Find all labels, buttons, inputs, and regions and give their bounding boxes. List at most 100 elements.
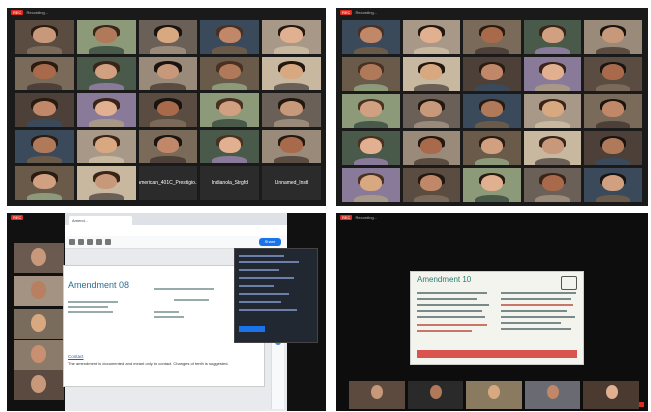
participant-video — [262, 93, 321, 127]
participant-video — [138, 20, 198, 54]
redo-icon[interactable] — [78, 239, 84, 245]
text-line — [501, 304, 573, 306]
participant-video — [463, 94, 521, 128]
print-icon[interactable] — [87, 239, 93, 245]
participant-body — [414, 120, 449, 128]
participant-video — [584, 57, 642, 91]
text-line — [154, 288, 214, 290]
participant-face — [156, 27, 180, 43]
text-line — [501, 316, 575, 318]
participant-face — [95, 173, 118, 190]
participant-face — [420, 175, 443, 192]
participant-body — [353, 83, 389, 91]
text-line — [417, 292, 487, 294]
participant-video — [76, 56, 136, 91]
participant-body — [88, 192, 124, 200]
participant-body — [150, 156, 186, 164]
participant-video — [76, 20, 136, 54]
participant-body — [26, 156, 63, 164]
comment-row[interactable] — [239, 285, 274, 287]
participant-body — [414, 194, 449, 202]
participant-body — [414, 157, 449, 165]
participant-face — [33, 100, 56, 117]
comment-button[interactable] — [239, 326, 265, 332]
participant-face — [359, 64, 382, 81]
participant-name-tile: Unnamed_Instl — [262, 166, 321, 200]
zoom-top-bar: REC Recording... — [336, 8, 648, 16]
participant-body — [353, 157, 389, 165]
text-line — [501, 292, 576, 294]
participant-video — [76, 166, 136, 200]
participant-video — [349, 381, 405, 409]
participant-face — [481, 175, 503, 192]
recording-label: Recording... — [355, 9, 378, 15]
participant-video — [200, 56, 260, 91]
participant-face — [218, 63, 241, 80]
participant-strip — [349, 381, 639, 409]
comment-row[interactable] — [239, 309, 297, 311]
paint-format-icon[interactable] — [96, 239, 102, 245]
participant-face — [602, 64, 625, 81]
participant-body — [273, 119, 310, 127]
participant-video — [584, 131, 642, 165]
participant-face — [280, 63, 303, 80]
emblem-icon — [561, 276, 577, 290]
participant-body — [595, 83, 631, 91]
participant-video — [342, 131, 400, 165]
comment-row[interactable] — [239, 293, 289, 295]
participant-body — [88, 119, 124, 127]
participant-body — [212, 119, 248, 127]
text-line — [501, 298, 571, 300]
slide-title: Amendment 10 — [417, 275, 472, 284]
participant-video — [14, 243, 64, 273]
browser-tab-label: Amend... — [72, 218, 89, 223]
comment-row[interactable] — [239, 277, 294, 279]
recording-badge: REC — [340, 214, 353, 220]
participant-face — [420, 138, 443, 155]
participant-face — [95, 100, 118, 117]
participant-body — [353, 46, 389, 54]
participant-body — [26, 192, 63, 200]
recording-label: Recording... — [26, 9, 49, 15]
participant-name: American_401C_Prestigio... — [138, 180, 198, 187]
participant-grid — [342, 20, 642, 202]
participant-body — [414, 83, 449, 91]
participant-body — [595, 194, 631, 202]
comment-row[interactable] — [239, 301, 281, 303]
text-line — [68, 311, 113, 313]
comment-row[interactable] — [239, 269, 279, 271]
participant-body — [273, 46, 310, 54]
participant-face — [33, 173, 56, 190]
participant-body — [595, 120, 631, 128]
participant-body — [150, 82, 186, 91]
participant-body — [595, 46, 631, 54]
participant-video — [200, 20, 260, 54]
participant-video — [407, 381, 464, 409]
browser-tab[interactable]: Amend... — [69, 216, 132, 225]
participant-face — [156, 100, 180, 117]
participant-video — [262, 129, 321, 164]
comment-row[interactable] — [239, 255, 284, 257]
browser-tab-bar: Amend... — [65, 213, 287, 225]
participant-body — [535, 120, 570, 128]
participant-body — [273, 156, 310, 164]
zoom-icon[interactable] — [105, 239, 111, 245]
participant-face — [280, 137, 303, 153]
contact-link[interactable]: Contact — [68, 354, 84, 359]
participant-body — [474, 83, 510, 91]
zoom-top-bar: REC Recording... — [336, 213, 648, 221]
share-button[interactable]: Share — [259, 238, 281, 246]
comment-row[interactable] — [239, 261, 299, 263]
participant-face — [541, 138, 564, 155]
undo-icon[interactable] — [69, 239, 75, 245]
participant-body — [535, 83, 570, 91]
text-line — [154, 311, 179, 313]
participant-video — [342, 57, 400, 91]
recording-label: Recording... — [355, 214, 378, 220]
participant-face — [95, 137, 118, 153]
participant-face — [156, 137, 180, 153]
participant-body — [474, 46, 510, 54]
participant-body — [212, 82, 248, 91]
participant-face — [481, 101, 503, 118]
participant-face — [481, 138, 503, 155]
